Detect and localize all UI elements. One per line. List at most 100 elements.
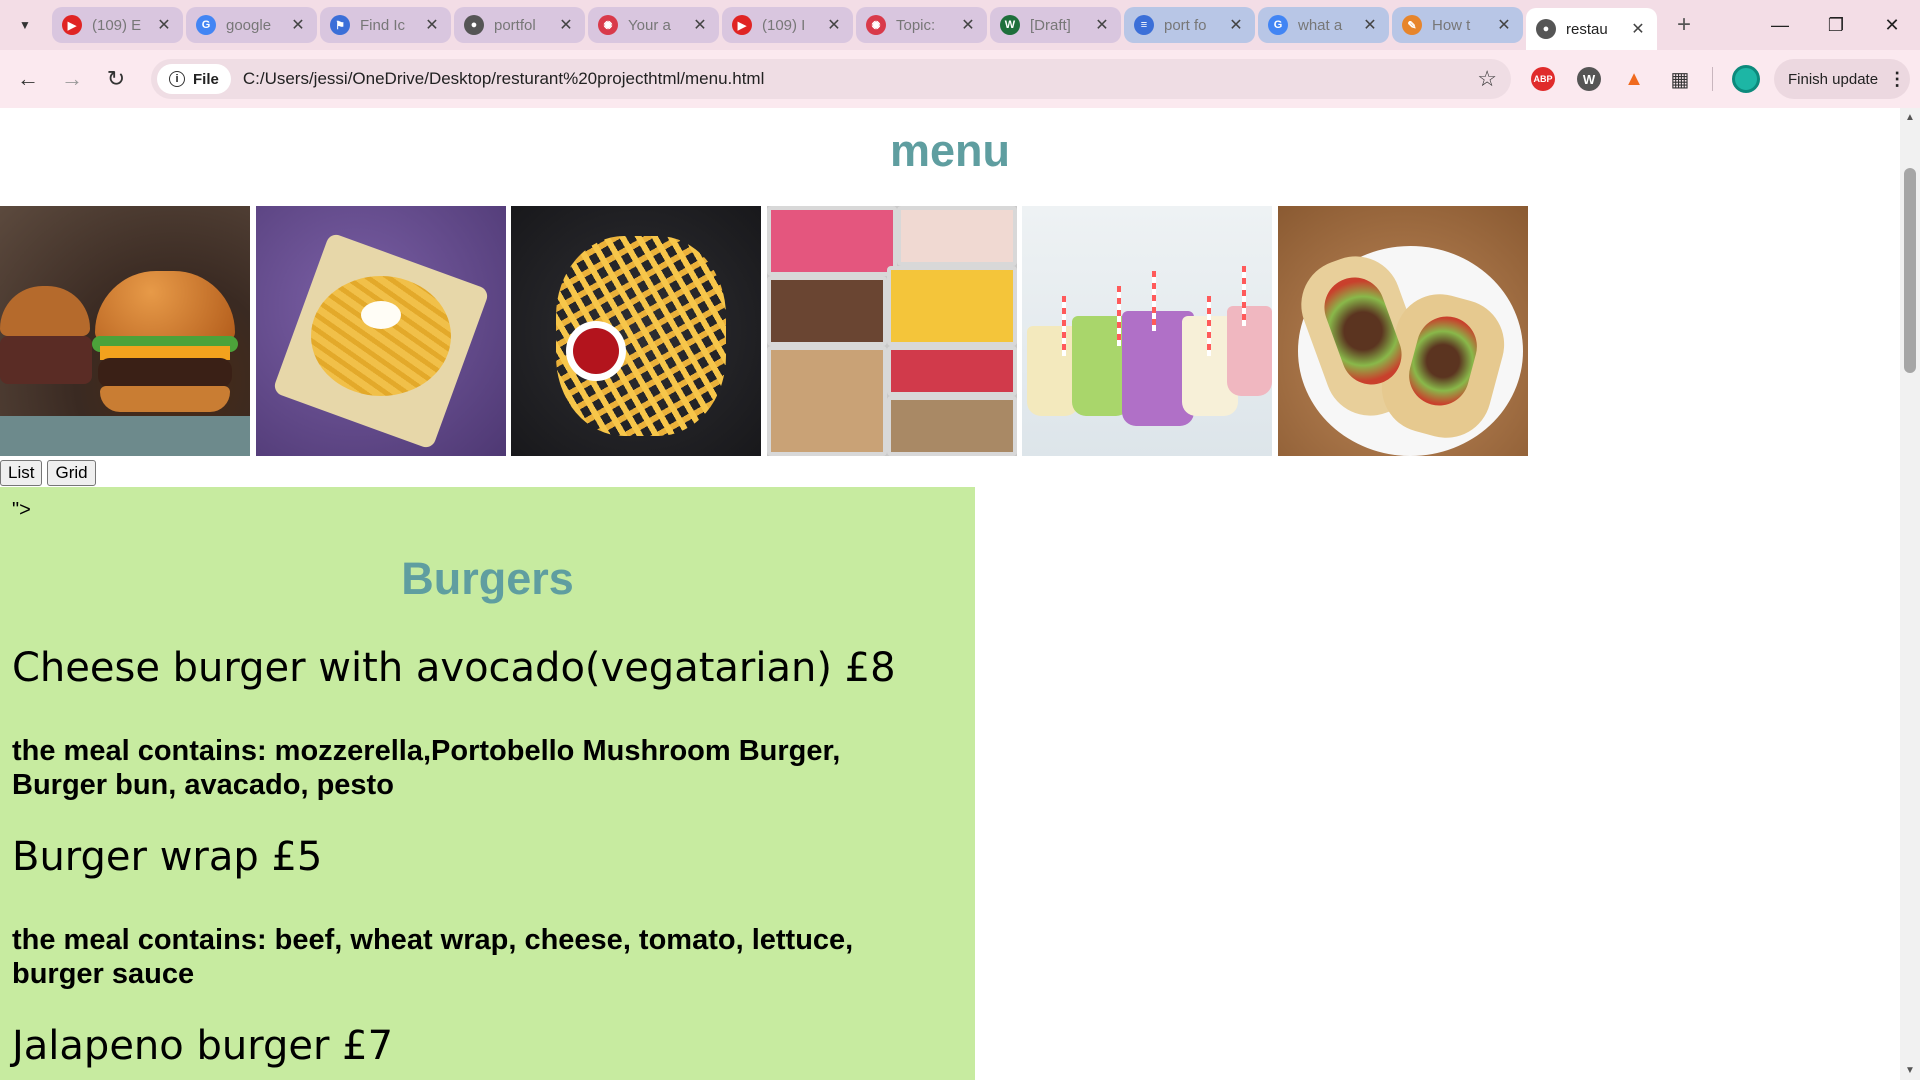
browser-tab[interactable]: W [Draft] ✕	[990, 7, 1121, 43]
tab-title: Your a	[628, 16, 671, 34]
aperture-icon: ✺	[598, 15, 618, 35]
tab-title: portfol	[494, 16, 536, 34]
globe-icon: ●	[464, 15, 484, 35]
browser-tab[interactable]: ⚑ Find Ic ✕	[320, 7, 451, 43]
pen-icon: ✎	[1402, 15, 1422, 35]
forward-button[interactable]: →	[50, 57, 94, 101]
google-icon: G	[196, 15, 216, 35]
list-view-button[interactable]: List	[0, 460, 43, 486]
profile-avatar-icon	[1732, 65, 1760, 93]
tab-title: Find Ic	[360, 16, 406, 34]
tab-title: Topic:	[896, 16, 936, 34]
extensions-button[interactable]: ▦	[1662, 61, 1698, 97]
profile-button[interactable]	[1728, 61, 1764, 97]
food-gallery	[0, 206, 1533, 456]
bookmark-star-icon[interactable]: ☆	[1477, 66, 1497, 92]
adblock-icon: ABP	[1531, 67, 1555, 91]
browser-tab[interactable]: Gwhat a ✕	[1258, 7, 1389, 43]
finish-update-label: Finish update	[1788, 70, 1879, 88]
gallery-image	[1022, 206, 1272, 456]
tab-title: restau	[1566, 20, 1608, 38]
reload-button[interactable]: ↻	[94, 57, 138, 101]
tab-title: port fo	[1164, 16, 1207, 34]
chevron-down-icon: ▼	[19, 18, 31, 32]
tab-title: (109) I	[762, 16, 806, 34]
adblock-extension-button[interactable]: ABP	[1525, 61, 1561, 97]
menu-item-name: Cheese burger with avocado(vegatarian) £…	[12, 645, 896, 691]
page-viewport: menu List Grid "> Burgers Cheese burger …	[0, 108, 1900, 1080]
restore-button[interactable]: ❐	[1808, 0, 1864, 50]
arrow-left-icon: ←	[17, 66, 39, 91]
tab-close-icon[interactable]: ✕	[691, 15, 709, 35]
minimize-button[interactable]: —	[1752, 0, 1808, 50]
close-icon: ✕	[1884, 14, 1900, 35]
tab-list: ▶ (109) E ✕ Ggoogle ✕ ⚑ Find Ic ✕ ● portfol ✕ ✺ Your…	[52, 0, 1660, 50]
stray-markup-text: ">	[12, 499, 31, 521]
url-text[interactable]: C:/Users/jessi/OneDrive/Desktop/resturan…	[243, 69, 765, 89]
aperture-icon: ✺	[866, 15, 886, 35]
tab-title: [Draft]	[1030, 16, 1071, 34]
arrow-right-icon: →	[61, 66, 83, 91]
browser-tab[interactable]: ✺ Your a ✕	[588, 7, 719, 43]
tab-close-icon[interactable]: ✕	[423, 15, 441, 35]
plus-icon: +	[1676, 11, 1691, 38]
docs-icon: ≡	[1134, 15, 1154, 35]
tab-strip: ▼ ▶ (109) E ✕ Ggoogle ✕ ⚑ Find Ic ✕ ● portfol ✕ ✺ Yo…	[0, 0, 1920, 50]
scroll-thumb[interactable]	[1904, 168, 1916, 373]
site-chip-label: File	[193, 70, 219, 88]
gallery-image	[255, 206, 506, 456]
browser-tab[interactable]: ● portfol ✕	[454, 7, 585, 43]
tab-close-icon[interactable]: ✕	[1093, 15, 1111, 35]
scroll-down-arrow-icon[interactable]: ▼	[1900, 1065, 1920, 1076]
tab-title: google	[226, 16, 272, 34]
browser-tab[interactable]: ▶ (109) E ✕	[52, 7, 183, 43]
tab-close-icon[interactable]: ✕	[1629, 19, 1647, 39]
menu-item-name: Burger wrap £5	[12, 834, 323, 880]
tab-close-icon[interactable]: ✕	[557, 15, 575, 35]
menu-item-description: the meal contains: beef, wheat wrap, che…	[12, 924, 854, 990]
grid-view-button[interactable]: Grid	[47, 460, 96, 486]
window-controls: — ❐ ✕	[1752, 0, 1920, 50]
address-bar[interactable]: i File C:/Users/jessi/OneDrive/Desktop/r…	[151, 59, 1511, 99]
browser-tab[interactable]: ≡ port fo ✕	[1124, 7, 1255, 43]
view-toggle: List Grid	[0, 460, 101, 486]
browser-tab[interactable]: ● restau ✕	[1526, 8, 1657, 50]
tab-close-icon[interactable]: ✕	[1227, 15, 1245, 35]
finish-update-button[interactable]: Finish update ⋮	[1774, 59, 1910, 99]
scroll-up-arrow-icon[interactable]: ▲	[1900, 112, 1920, 123]
fox-icon: ▲	[1624, 67, 1644, 90]
more-vert-icon: ⋮	[1888, 68, 1907, 89]
fox-extension-button[interactable]: ▲	[1616, 61, 1652, 97]
page-title: menu	[889, 125, 1010, 176]
globe-icon: ●	[1536, 19, 1556, 39]
tab-close-icon[interactable]: ✕	[1495, 15, 1513, 35]
tab-title: what a	[1298, 16, 1343, 34]
restore-icon: ❐	[1827, 14, 1845, 35]
tab-close-icon[interactable]: ✕	[825, 15, 843, 35]
wordpress-extension-button[interactable]: W	[1571, 61, 1607, 97]
back-button[interactable]: ←	[6, 57, 50, 101]
wordpress-icon: W	[1577, 67, 1601, 91]
site-info-chip[interactable]: i File	[157, 64, 231, 94]
reload-icon: ↻	[106, 66, 126, 91]
toolbar-divider	[1712, 67, 1713, 91]
tab-search-button[interactable]: ▼	[8, 8, 42, 42]
gallery-image	[511, 206, 761, 456]
tab-close-icon[interactable]: ✕	[1361, 15, 1379, 35]
page-scrollbar[interactable]: ▲ ▼	[1900, 108, 1920, 1080]
google-icon: G	[1268, 15, 1288, 35]
tab-close-icon[interactable]: ✕	[959, 15, 977, 35]
browser-tab[interactable]: ✎ How t ✕	[1392, 7, 1523, 43]
browser-toolbar: ← → ↻ i File C:/Users/jessi/OneDrive/Des…	[0, 50, 1920, 108]
minimize-icon: —	[1771, 14, 1789, 35]
browser-tab[interactable]: ▶ (109) I ✕	[722, 7, 853, 43]
tab-close-icon[interactable]: ✕	[289, 15, 307, 35]
tab-close-icon[interactable]: ✕	[155, 15, 173, 35]
close-window-button[interactable]: ✕	[1864, 0, 1920, 50]
section-title: Burgers	[401, 553, 574, 604]
browser-tab[interactable]: Ggoogle ✕	[186, 7, 317, 43]
browser-tab[interactable]: ✺ Topic: ✕	[856, 7, 987, 43]
new-tab-button[interactable]: +	[1666, 7, 1702, 43]
tab-title: (109) E	[92, 16, 142, 34]
flag-icon: ⚑	[330, 15, 350, 35]
